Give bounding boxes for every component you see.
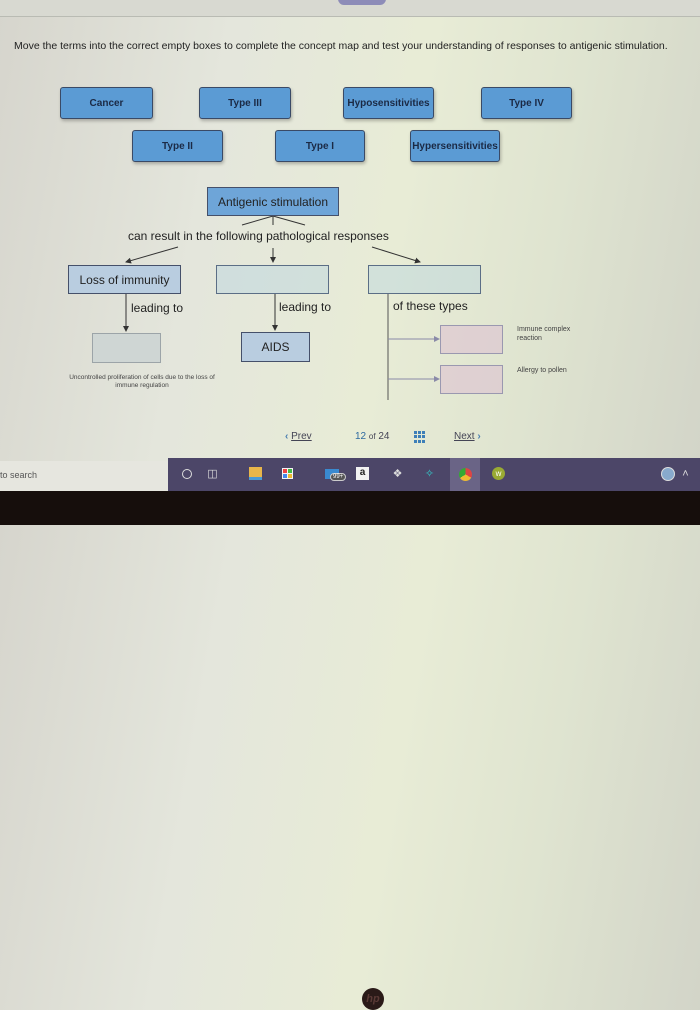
task-view-icon[interactable]: ◫ (205, 466, 220, 481)
store-icon[interactable] (280, 466, 295, 481)
hint-allergy-to-pollen: Allergy to pollen (517, 367, 567, 374)
link-of-these-types: of these types (393, 299, 468, 313)
node-loss-of-immunity: Loss of immunity (68, 265, 181, 294)
file-explorer-icon[interactable] (248, 466, 263, 481)
page-indicator: 12 of 24 (355, 431, 389, 442)
hp-logo-icon: hp (362, 988, 384, 1010)
chevron-up-icon[interactable]: ˄ (678, 466, 693, 481)
node-aids: AIDS (241, 332, 310, 362)
link-leading-to-1: leading to (131, 301, 184, 315)
drop-box-type-b[interactable] (440, 365, 503, 394)
grid-menu-icon[interactable] (414, 431, 426, 443)
drop-box-type-a[interactable] (440, 325, 503, 354)
root-node-antigenic-stimulation: Antigenic stimulation (207, 187, 339, 216)
page-of: of (368, 432, 376, 441)
w-app-icon[interactable]: w (491, 466, 506, 481)
mail-badge: 99+ (330, 473, 347, 481)
hint-uncontrolled-proliferation: Uncontrolled proliferation of cells due … (69, 374, 215, 389)
windows-taskbar: ◫ 99+ a ❖ ✧ w ˄ (168, 458, 700, 491)
link-leading-to-2: leading to (279, 300, 332, 314)
drop-box-branch2[interactable] (216, 265, 329, 294)
chevron-left-icon: ‹ (285, 431, 289, 442)
prev-link[interactable]: Prev (291, 431, 312, 442)
amazon-icon[interactable]: a (355, 466, 370, 481)
cortana-icon[interactable] (179, 466, 194, 481)
taskbar-search[interactable]: to search (0, 461, 168, 491)
next-button[interactable]: Next › (454, 431, 481, 442)
total-pages: 24 (378, 431, 390, 442)
laptop-bezel: hp (0, 491, 700, 1010)
hint-immune-complex-reaction: Immune complex reaction (517, 326, 571, 342)
help-icon[interactable] (660, 466, 675, 481)
dropbox-icon[interactable]: ❖ (390, 466, 405, 481)
chrome-icon[interactable] (450, 458, 480, 491)
chevron-right-icon: › (477, 431, 481, 442)
search-placeholder: to search (0, 470, 38, 480)
root-link-label: can result in the following pathological… (128, 229, 389, 243)
drop-box-branch3[interactable] (368, 265, 481, 294)
drop-box-branch1-result[interactable] (92, 333, 161, 363)
mail-icon[interactable]: 99+ (320, 466, 347, 481)
prev-button[interactable]: ‹ Prev (285, 431, 312, 442)
app-icon[interactable]: ✧ (422, 466, 437, 481)
current-page: 12 (355, 431, 367, 442)
next-link[interactable]: Next (454, 431, 475, 442)
